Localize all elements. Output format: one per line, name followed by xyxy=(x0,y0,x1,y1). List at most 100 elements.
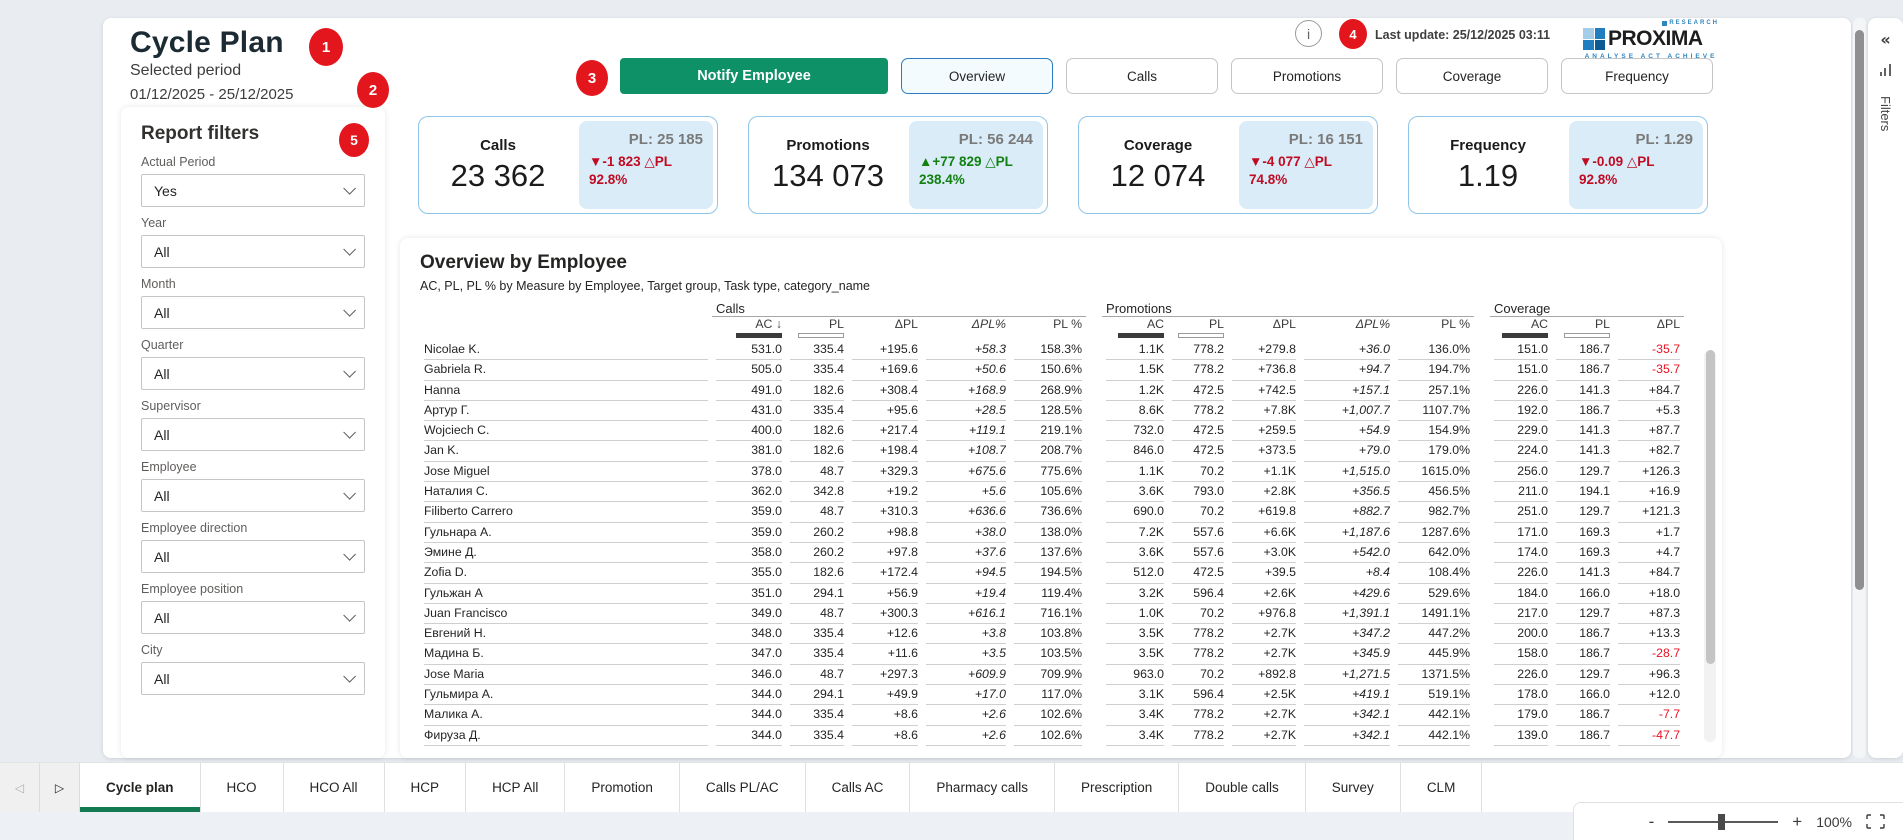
page-vertical-scrollbar[interactable] xyxy=(1853,18,1866,758)
filter-dropdown-employee[interactable]: All xyxy=(141,479,365,512)
filter-label: Employee position xyxy=(141,582,365,596)
filter-dropdown-year[interactable]: All xyxy=(141,235,365,268)
sheet-tab-double-calls[interactable]: Double calls xyxy=(1179,763,1306,812)
zoom-slider[interactable] xyxy=(1668,821,1778,823)
table-row[interactable]: Nicolae K.531.0335.4+195.6+58.3158.3%1.1… xyxy=(420,340,1684,360)
legend-pl-bar xyxy=(1178,333,1224,338)
table-row[interactable]: Jan K.381.0182.6+198.4+108.7208.7%846.04… xyxy=(420,441,1684,461)
kpi-card-promotions: Promotions134 073PL: 56 244▲+77 829 △PL2… xyxy=(748,116,1048,214)
sheet-tab-clm[interactable]: CLM xyxy=(1401,763,1483,812)
filter-value: All xyxy=(154,366,170,382)
employee-name-cell: Евгений Н. xyxy=(420,624,712,644)
coverage-value-cell: 139.0 xyxy=(1490,726,1552,746)
table-row[interactable]: Jose Miguel378.048.7+329.3+675.6775.6%1.… xyxy=(420,462,1684,482)
nav-tab-overview[interactable]: Overview xyxy=(901,58,1053,94)
column-header-calls-pl[interactable]: PL xyxy=(786,317,848,332)
table-row[interactable]: Wojciech C.400.0182.6+217.4+119.1219.1%7… xyxy=(420,421,1684,441)
nav-tab-promotions[interactable]: Promotions xyxy=(1231,58,1383,94)
kpi-delta-value: ▲+77 829 △PL xyxy=(919,154,1033,170)
filters-pane-label[interactable]: Filters xyxy=(1878,96,1893,131)
coverage-value-cell: 186.7 xyxy=(1552,726,1614,746)
column-header-promotions-ac[interactable]: AC xyxy=(1102,317,1168,332)
sheet-tab-hco-all[interactable]: HCO All xyxy=(284,763,385,812)
employee-name-cell: Jose Miguel xyxy=(420,462,712,482)
column-header-calls-ac[interactable]: AC ↓ xyxy=(712,317,786,332)
sheet-nav-prev-icon[interactable]: ◁ xyxy=(0,763,40,812)
table-row[interactable]: Гульжан А351.0294.1+56.9+19.4119.4%3.2K5… xyxy=(420,584,1684,604)
promotions-value-cell: 3.5K xyxy=(1102,624,1168,644)
filter-dropdown-supervisor[interactable]: All xyxy=(141,418,365,451)
notify-employee-button[interactable]: Notify Employee xyxy=(620,58,888,94)
zoom-slider-thumb[interactable] xyxy=(1718,814,1725,830)
filter-dropdown-employee-direction[interactable]: All xyxy=(141,540,365,573)
sheet-tab-cycle-plan[interactable]: Cycle plan xyxy=(80,763,201,812)
sheet-tab-prescription[interactable]: Prescription xyxy=(1055,763,1179,812)
coverage-value-cell: +121.3 xyxy=(1614,502,1684,522)
expand-pane-icon[interactable]: « xyxy=(1880,30,1890,49)
filter-dropdown-quarter[interactable]: All xyxy=(141,357,365,390)
sheet-tab-hcp[interactable]: HCP xyxy=(385,763,467,812)
table-row[interactable]: Мадина Б.347.0335.4+11.6+3.5103.5%3.5K77… xyxy=(420,644,1684,664)
table-row[interactable]: Гульмира А.344.0294.1+49.9+17.0117.0%3.1… xyxy=(420,685,1684,705)
zoom-in-icon[interactable]: + xyxy=(1792,813,1802,830)
table-row[interactable]: Gabriela R.505.0335.4+169.6+50.6150.6%1.… xyxy=(420,360,1684,380)
nav-tab-calls[interactable]: Calls xyxy=(1066,58,1218,94)
sheet-tab-hco[interactable]: HCO xyxy=(201,763,284,812)
table-row[interactable]: Наталия С.362.0342.8+19.2+5.6105.6%3.6K7… xyxy=(420,482,1684,502)
table-row[interactable]: Hanna491.0182.6+308.4+168.9268.9%1.2K472… xyxy=(420,381,1684,401)
kpi-delta-percent: 92.8% xyxy=(589,172,703,187)
calls-value-cell: 709.9% xyxy=(1010,665,1086,685)
sheet-tab-promotion[interactable]: Promotion xyxy=(565,763,680,812)
table-row[interactable]: Juan Francisco349.048.7+300.3+616.1716.1… xyxy=(420,604,1684,624)
column-header-promotions-pl[interactable]: ΔPL% xyxy=(1300,317,1394,332)
column-header-promotions-pl[interactable]: PL % xyxy=(1394,317,1474,332)
employee-table: CallsPromotionsCoverageAC ↓PLΔPLΔPL%PL %… xyxy=(420,301,1684,746)
sheet-tab-calls-ac[interactable]: Calls AC xyxy=(806,763,911,812)
calls-value-cell: 138.0% xyxy=(1010,523,1086,543)
promotions-value-cell: +1,271.5 xyxy=(1300,665,1394,685)
table-row[interactable]: Малика А.344.0335.4+8.6+2.6102.6%3.4K778… xyxy=(420,705,1684,725)
table-row[interactable]: Zofia D.355.0182.6+172.4+94.5194.5%512.0… xyxy=(420,563,1684,583)
filter-dropdown-employee-position[interactable]: All xyxy=(141,601,365,634)
table-row[interactable]: Jose Maria346.048.7+297.3+609.9709.9%963… xyxy=(420,665,1684,685)
table-row[interactable]: Фируза Д.344.0335.4+8.6+2.6102.6%3.4K778… xyxy=(420,726,1684,746)
column-header-calls-pl[interactable]: ΔPL% xyxy=(922,317,1010,332)
table-row[interactable]: Артур Г.431.0335.4+95.6+28.5128.5%8.6K77… xyxy=(420,401,1684,421)
table-row[interactable]: Евгений Н.348.0335.4+12.6+3.8103.8%3.5K7… xyxy=(420,624,1684,644)
zoom-out-icon[interactable]: - xyxy=(1649,813,1655,830)
calls-value-cell: +169.6 xyxy=(848,360,922,380)
column-header-coverage-ac[interactable]: AC xyxy=(1490,317,1552,332)
table-vertical-scrollbar[interactable] xyxy=(1704,350,1716,742)
sheet-nav-next-icon[interactable]: ▷ xyxy=(40,763,80,812)
promotions-value-cell: 447.2% xyxy=(1394,624,1474,644)
table-row[interactable]: Filiberto Carrero359.048.7+310.3+636.673… xyxy=(420,502,1684,522)
column-header-coverage-pl[interactable]: PL xyxy=(1552,317,1614,332)
sheet-tab-survey[interactable]: Survey xyxy=(1306,763,1401,812)
filter-dropdown-actual-period[interactable]: Yes xyxy=(141,174,365,207)
info-icon[interactable]: i xyxy=(1295,20,1322,47)
page-scrollbar-thumb[interactable] xyxy=(1855,30,1864,590)
calls-value-cell: 103.5% xyxy=(1010,644,1086,664)
sheet-tab-hcp-all[interactable]: HCP All xyxy=(466,763,565,812)
zoom-control: - + 100% xyxy=(1573,802,1903,840)
employee-name-cell: Nicolae K. xyxy=(420,340,712,360)
nav-tab-coverage[interactable]: Coverage xyxy=(1396,58,1548,94)
filter-dropdown-month[interactable]: All xyxy=(141,296,365,329)
sheet-tab-calls-pl-ac[interactable]: Calls PL/AC xyxy=(680,763,806,812)
filter-dropdown-city[interactable]: All xyxy=(141,662,365,695)
column-header-promotions-pl[interactable]: PL xyxy=(1168,317,1228,332)
nav-tab-frequency[interactable]: Frequency xyxy=(1561,58,1713,94)
table-row[interactable]: Эмине Д.358.0260.2+97.8+37.6137.6%3.6K55… xyxy=(420,543,1684,563)
table-scrollbar-thumb[interactable] xyxy=(1706,350,1715,664)
column-header-promotions-pl[interactable]: ΔPL xyxy=(1228,317,1300,332)
column-header-calls-pl[interactable]: PL % xyxy=(1010,317,1086,332)
column-header-calls-pl[interactable]: ΔPL xyxy=(848,317,922,332)
coverage-value-cell: -28.7 xyxy=(1614,644,1684,664)
column-header-coverage-pl[interactable]: ΔPL xyxy=(1614,317,1684,332)
coverage-value-cell: +1.7 xyxy=(1614,523,1684,543)
pane-bars-icon[interactable] xyxy=(1879,63,1893,82)
promotions-value-cell: 154.9% xyxy=(1394,421,1474,441)
sheet-tab-pharmacy-calls[interactable]: Pharmacy calls xyxy=(910,763,1055,812)
fit-to-screen-icon[interactable] xyxy=(1866,814,1885,829)
table-row[interactable]: Гульнара А.359.0260.2+98.8+38.0138.0%7.2… xyxy=(420,523,1684,543)
